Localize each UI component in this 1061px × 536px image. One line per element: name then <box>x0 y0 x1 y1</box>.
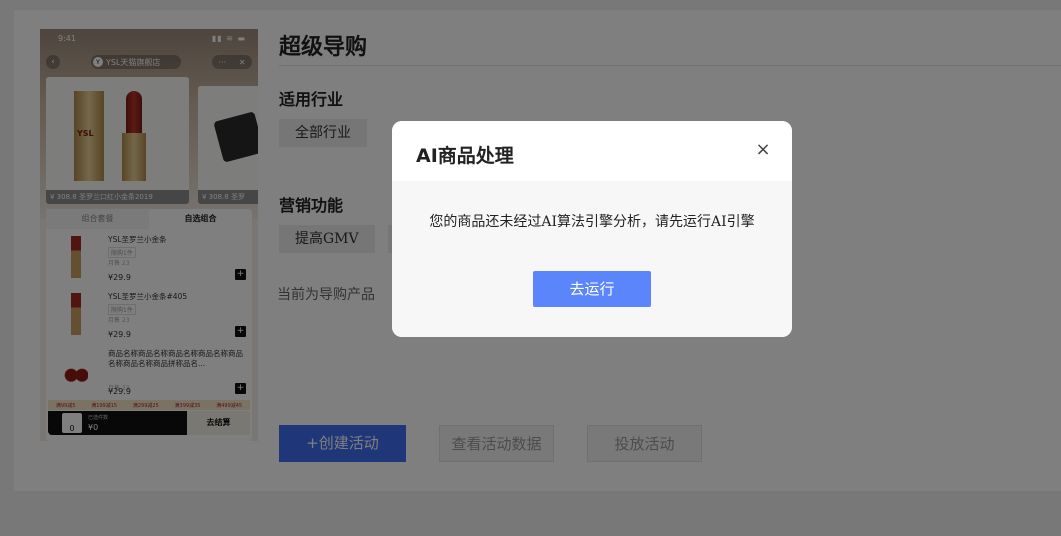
dialog-title: AI商品处理 <box>416 145 514 167</box>
dialog-header: AI商品处理 × <box>392 121 792 181</box>
ai-process-dialog: AI商品处理 × 您的商品还未经过AI算法引擎分析，请先运行AI引擎 去运行 <box>392 121 792 337</box>
run-button[interactable]: 去运行 <box>533 271 651 307</box>
dialog-body: 您的商品还未经过AI算法引擎分析，请先运行AI引擎 去运行 <box>392 181 792 337</box>
close-icon[interactable]: × <box>754 141 772 159</box>
dialog-message: 您的商品还未经过AI算法引擎分析，请先运行AI引擎 <box>429 214 755 230</box>
